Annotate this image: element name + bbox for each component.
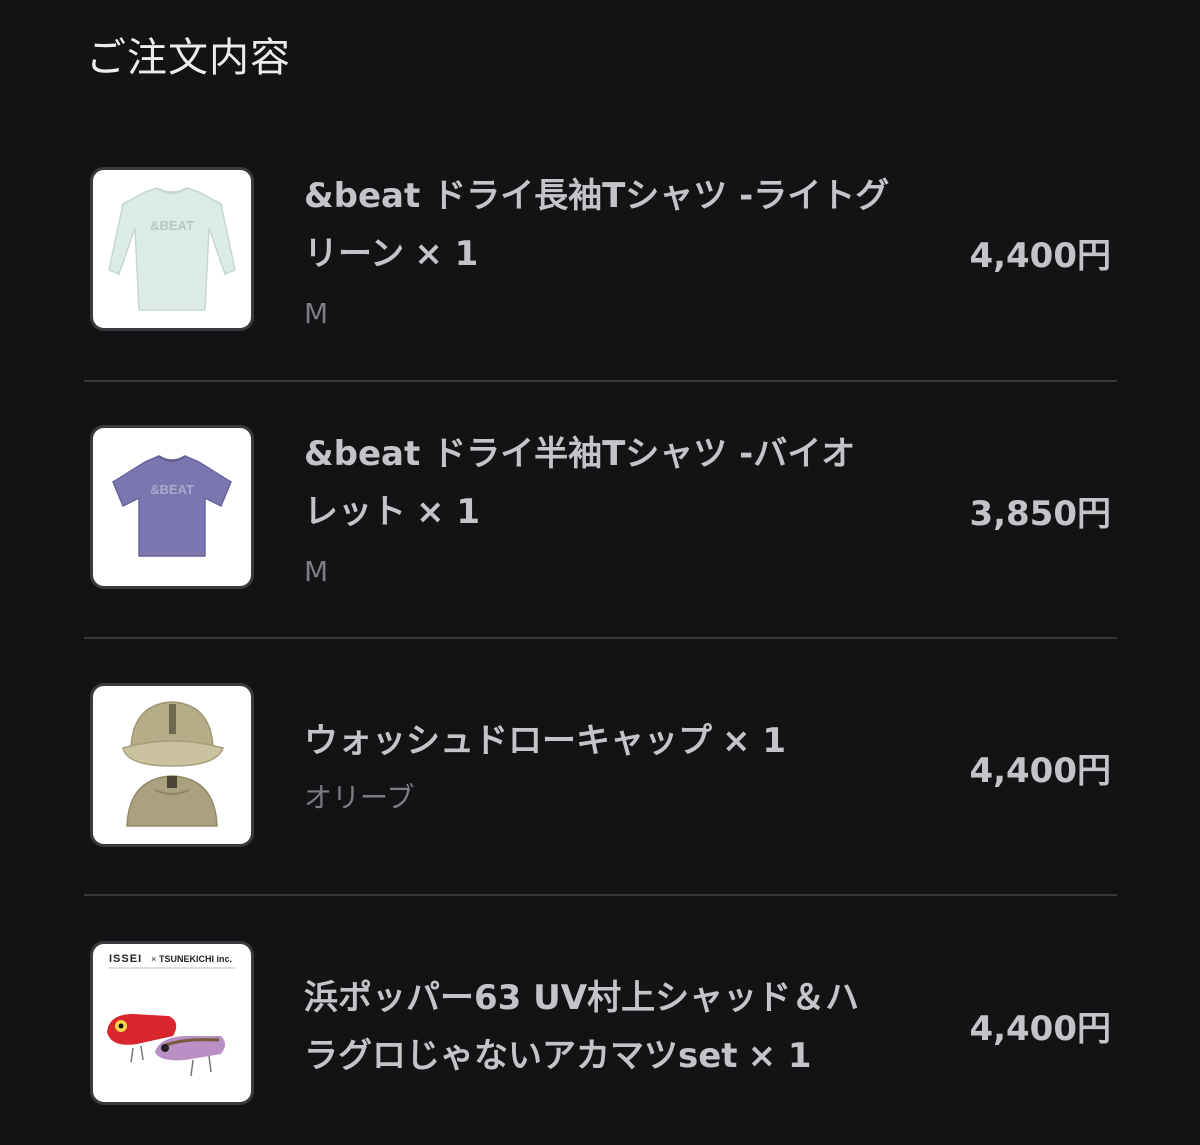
item-name-text: リーン bbox=[304, 234, 405, 274]
fishing-lure-icon: ISSEI × TSUNEKICHI inc. bbox=[107, 953, 235, 1077]
order-item[interactable]: &BEAT &beat ドライ長袖Tシャツ -ライトグ リーン × 1 M 4,4… bbox=[84, 125, 1117, 382]
thumb-print: &BEAT bbox=[150, 482, 194, 497]
item-name-text: ラグロじゃないアカマツset bbox=[304, 1036, 738, 1076]
item-quantity: × 1 bbox=[414, 234, 479, 274]
order-item[interactable]: ウォッシュドローキャップ × 1 オリーブ 4,400円 bbox=[84, 639, 1117, 896]
item-name: ウォッシュドローキャップ × 1 bbox=[304, 712, 914, 770]
item-name-line: レット × 1 bbox=[304, 483, 914, 541]
order-item[interactable]: ISSEI × TSUNEKICHI inc. 浜ポッパー63 UV村上シャッド… bbox=[84, 896, 1117, 1145]
item-name: 浜ポッパー63 UV村上シャッド＆ハ ラグロじゃないアカマツset × 1 bbox=[304, 969, 914, 1085]
order-contents-page: ご注文内容 &BEAT &beat ドライ長袖Tシャツ -ライトグ リーン × 1… bbox=[0, 0, 1200, 1145]
item-price: 4,400円 bbox=[969, 1009, 1111, 1049]
item-name-line: 浜ポッパー63 UV村上シャッド＆ハ bbox=[304, 978, 860, 1018]
item-name-text: レット bbox=[304, 492, 406, 532]
item-name-line: ウォッシュドローキャップ × 1 bbox=[304, 712, 914, 770]
short-sleeve-shirt-icon: &BEAT bbox=[112, 455, 232, 557]
item-name-line: &beat ドライ半袖Tシャツ -バイオ bbox=[304, 434, 856, 474]
thumb-print: &BEAT bbox=[150, 218, 194, 233]
item-quantity: × 1 bbox=[416, 492, 480, 532]
item-name: &beat ドライ長袖Tシャツ -ライトグ リーン × 1 bbox=[304, 167, 914, 283]
item-name-line: リーン × 1 bbox=[304, 225, 914, 283]
item-quantity: × 1 bbox=[747, 1036, 812, 1076]
item-name-text: ウォッシュドローキャップ bbox=[304, 721, 712, 761]
thumb-brand-x: × bbox=[151, 954, 156, 964]
item-variant: M bbox=[304, 555, 329, 588]
product-thumbnail[interactable]: &BEAT bbox=[90, 425, 254, 589]
item-variant: M bbox=[304, 297, 329, 330]
product-thumbnail[interactable]: &BEAT bbox=[90, 167, 254, 331]
item-variant: オリーブ bbox=[304, 781, 415, 814]
page-title: ご注文内容 bbox=[86, 35, 291, 81]
order-item[interactable]: &BEAT &beat ドライ半袖Tシャツ -バイオ レット × 1 M 3,85… bbox=[84, 382, 1117, 639]
item-quantity: × 1 bbox=[722, 721, 786, 761]
item-price: 4,400円 bbox=[969, 751, 1111, 791]
product-thumbnail[interactable] bbox=[90, 683, 254, 847]
item-name-line: &beat ドライ長袖Tシャツ -ライトグ bbox=[304, 176, 890, 216]
long-sleeve-shirt-icon: &BEAT bbox=[108, 187, 236, 311]
cap-icon bbox=[122, 701, 224, 827]
item-name: &beat ドライ半袖Tシャツ -バイオ レット × 1 bbox=[304, 425, 914, 541]
product-thumbnail[interactable]: ISSEI × TSUNEKICHI inc. bbox=[90, 941, 254, 1105]
thumb-brand-right: TSUNEKICHI inc. bbox=[159, 954, 232, 964]
item-price: 3,850円 bbox=[969, 494, 1111, 534]
item-name-line: ラグロじゃないアカマツset × 1 bbox=[304, 1027, 914, 1085]
item-price: 4,400円 bbox=[969, 236, 1111, 276]
thumb-brand-left: ISSEI bbox=[109, 953, 142, 965]
